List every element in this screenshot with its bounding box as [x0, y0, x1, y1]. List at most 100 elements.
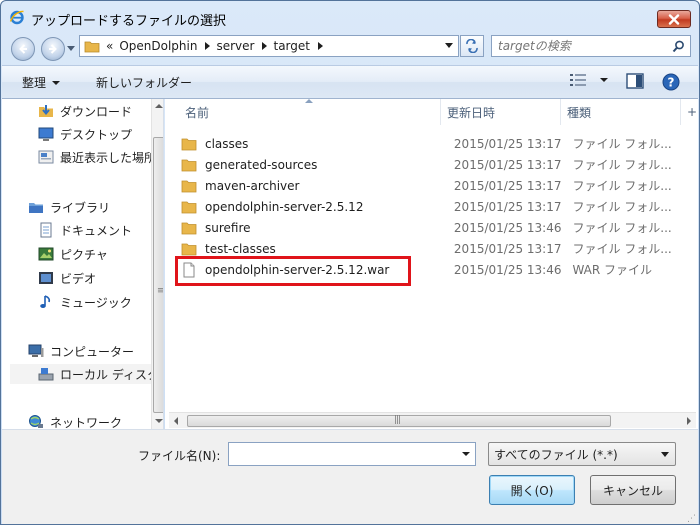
title-bar: アップロードするファイルの選択 [1, 1, 699, 33]
file-row[interactable]: generated-sources 2015/01/25 13:17 ファイル … [181, 154, 691, 175]
file-name: surefire [205, 220, 251, 235]
nav-item-label: ミュージック [60, 295, 132, 310]
network-icon [29, 415, 43, 428]
refresh-button[interactable] [460, 35, 484, 57]
new-folder-button[interactable]: 新しいフォルダー [96, 74, 192, 91]
documents-icon [40, 222, 52, 238]
file-date: 2015/01/25 13:17 [453, 178, 562, 193]
file-row[interactable]: opendolphin-server-2.5.12 2015/01/25 13:… [181, 196, 691, 217]
nav-item-network[interactable]: ネットワーク [28, 412, 163, 429]
breadcrumb-item[interactable]: server [216, 39, 268, 53]
scroll-left-icon[interactable] [174, 417, 178, 425]
scroll-thumb[interactable]: ≡ [153, 137, 163, 413]
scroll-up-icon[interactable] [155, 104, 163, 108]
back-button[interactable] [11, 37, 35, 61]
address-bar[interactable]: « OpenDolphin server target [79, 35, 459, 57]
internet-explorer-icon [9, 10, 24, 25]
local-disk-icon [38, 368, 54, 381]
pictures-icon [38, 247, 54, 261]
forward-button[interactable] [41, 37, 65, 61]
column-header-label: 名前 [185, 105, 210, 120]
file-name: test-classes [205, 241, 276, 256]
folder-icon [181, 222, 197, 234]
change-view-button[interactable] [570, 74, 608, 86]
file-row[interactable]: classes 2015/01/25 13:17 ファイル フォル... [181, 133, 691, 154]
nav-pane-scrollbar[interactable]: ≡ [151, 99, 163, 429]
column-header-modified[interactable]: 更新日時 [441, 99, 561, 125]
nav-item-label: ビデオ [60, 271, 97, 286]
file-type: ファイル フォル... [572, 158, 672, 172]
search-input[interactable] [498, 37, 668, 55]
file-type-filter-select[interactable]: すべてのファイル (*.*) [488, 442, 676, 466]
nav-item-recent-places[interactable]: 最近表示した場所 [38, 147, 163, 167]
nav-item-videos[interactable]: ビデオ [38, 268, 163, 288]
nav-item-computer[interactable]: コンピューター [28, 341, 163, 361]
column-header-type[interactable]: 種類 [561, 99, 681, 125]
nav-item-label: 最近表示した場所 [60, 150, 157, 165]
column-header-more[interactable]: + [681, 99, 698, 125]
breadcrumb-separator-icon[interactable] [262, 42, 268, 50]
chevron-down-icon [600, 78, 608, 82]
file-date: 2015/01/25 13:46 [453, 220, 562, 235]
column-header-name[interactable]: 名前 [179, 99, 441, 125]
dialog-footer: ファイル名(N): すべてのファイル (*.*) 開く(O) キャンセル ⋰ [2, 429, 698, 524]
folder-icon [84, 41, 100, 53]
open-button[interactable]: 開く(O) [489, 475, 575, 505]
filename-input[interactable] [233, 444, 453, 464]
search-box[interactable] [491, 35, 691, 57]
file-upload-dialog: アップロードするファイルの選択 « OpenDolphin server tar… [0, 0, 700, 525]
recent-places-icon [38, 150, 54, 164]
chevron-down-icon[interactable] [462, 452, 470, 456]
nav-item-downloads[interactable]: ダウンロード [38, 101, 163, 121]
file-date: 2015/01/25 13:17 [453, 199, 562, 214]
organize-menu-button[interactable]: 整理 [22, 74, 61, 91]
file-date: 2015/01/25 13:46 [453, 262, 562, 277]
nav-item-label: ライブラリ [50, 200, 111, 215]
file-row[interactable]: surefire 2015/01/25 13:46 ファイル フォル... [181, 217, 691, 238]
nav-item-documents[interactable]: ドキュメント [38, 220, 163, 240]
breadcrumb-item[interactable]: OpenDolphin [119, 39, 211, 53]
filename-combobox[interactable] [228, 442, 476, 466]
highlight-annotation [175, 256, 411, 286]
scroll-thumb[interactable]: ||| [187, 415, 611, 427]
folder-icon [181, 243, 197, 255]
file-type: ファイル フォル... [572, 137, 672, 151]
breadcrumb-separator-icon[interactable] [205, 42, 211, 50]
file-date: 2015/01/25 13:17 [453, 157, 562, 172]
nav-item-local-disk[interactable]: ローカル ディスク [10, 364, 159, 384]
nav-item-libraries[interactable]: ライブラリ [28, 197, 163, 217]
breadcrumb-separator-icon[interactable] [317, 42, 323, 50]
scroll-right-icon[interactable] [687, 417, 691, 425]
help-icon: ? [662, 73, 680, 91]
svg-text:?: ? [668, 76, 675, 90]
nav-item-label: ダウンロード [60, 104, 133, 119]
scroll-down-icon[interactable] [155, 419, 163, 423]
nav-item-desktop[interactable]: デスクトップ [38, 124, 163, 144]
breadcrumb-overflow[interactable]: « [106, 39, 113, 53]
file-list-horizontal-scrollbar[interactable]: ||| [169, 412, 696, 428]
help-button[interactable]: ? [662, 73, 680, 94]
command-toolbar: 整理 新しいフォルダー ? [2, 65, 698, 99]
arrow-right-icon [49, 44, 57, 54]
file-type: ファイル フォル... [572, 221, 672, 235]
cancel-button[interactable]: キャンセル [590, 475, 676, 505]
computer-icon [28, 344, 44, 357]
nav-item-label: コンピューター [50, 344, 135, 359]
file-row[interactable]: maven-archiver 2015/01/25 13:17 ファイル フォル… [181, 175, 691, 196]
window-title: アップロードするファイルの選択 [31, 14, 227, 29]
breadcrumb-label: target [273, 39, 310, 53]
nav-item-music[interactable]: ミュージック [38, 292, 163, 312]
view-details-icon [570, 74, 586, 86]
file-type: ファイル フォル... [572, 200, 672, 214]
chevron-down-icon [67, 46, 75, 51]
file-type: WAR ファイル [572, 263, 653, 277]
nav-item-pictures[interactable]: ピクチャ [38, 244, 163, 264]
breadcrumb-item[interactable]: target [273, 39, 323, 53]
close-button[interactable] [657, 10, 691, 28]
nav-item-label: ドキュメント [60, 223, 133, 238]
close-icon [668, 13, 680, 25]
resize-grip-icon[interactable]: ⋰ [687, 515, 696, 524]
preview-pane-button[interactable] [626, 73, 644, 92]
recent-pages-dropdown[interactable] [67, 45, 75, 53]
address-dropdown-icon[interactable] [445, 43, 453, 48]
